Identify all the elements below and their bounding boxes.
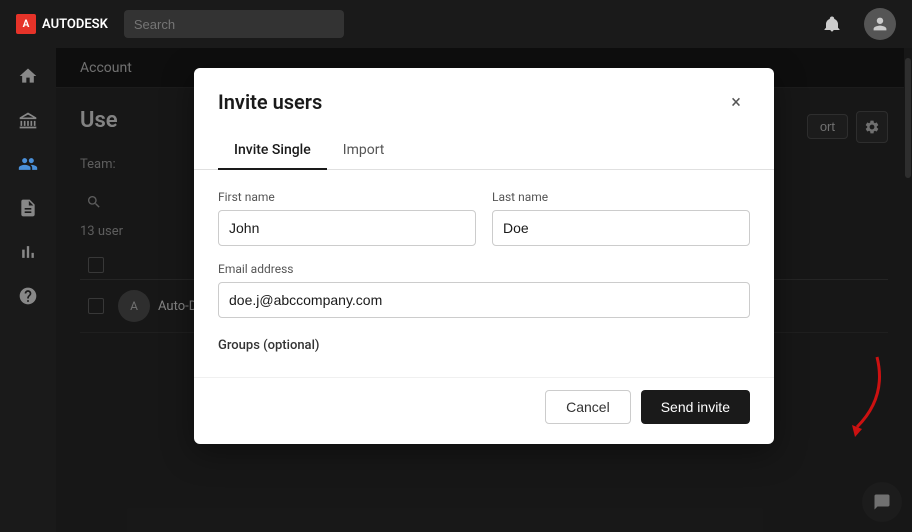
autodesk-logo: A AUTODESK xyxy=(16,14,108,34)
top-nav: A AUTODESK xyxy=(0,0,912,48)
main-layout: Account Use ort Team: 13 user xyxy=(0,48,912,532)
autodesk-logo-icon: A xyxy=(16,14,36,34)
modal-body: First name Last name Email address xyxy=(194,170,774,377)
email-group: Email address xyxy=(218,262,750,318)
send-invite-button[interactable]: Send invite xyxy=(641,390,750,424)
tab-invite-single[interactable]: Invite Single xyxy=(218,132,327,170)
modal-tabs: Invite Single Import xyxy=(194,132,774,170)
content-area: Account Use ort Team: 13 user xyxy=(56,48,912,532)
first-name-group: First name xyxy=(218,190,476,246)
global-search-input[interactable] xyxy=(124,10,344,38)
first-name-input[interactable] xyxy=(218,210,476,246)
sidebar-item-home[interactable] xyxy=(8,56,48,96)
annotation-arrow xyxy=(817,347,897,437)
sidebar-item-help[interactable] xyxy=(8,276,48,316)
modal-footer: Cancel Send invite xyxy=(194,377,774,444)
cancel-button[interactable]: Cancel xyxy=(545,390,631,424)
tab-import[interactable]: Import xyxy=(327,132,401,170)
last-name-group: Last name xyxy=(492,190,750,246)
email-input[interactable] xyxy=(218,282,750,318)
invite-users-modal: Invite users × Invite Single Import Firs… xyxy=(194,68,774,444)
notification-bell-icon[interactable] xyxy=(816,8,848,40)
name-fields-row: First name Last name xyxy=(218,190,750,246)
autodesk-logo-text: AUTODESK xyxy=(42,17,108,32)
sidebar-item-users[interactable] xyxy=(8,144,48,184)
first-name-label: First name xyxy=(218,190,476,204)
last-name-label: Last name xyxy=(492,190,750,204)
modal-close-button[interactable]: × xyxy=(722,88,750,116)
modal-title: Invite users xyxy=(218,90,322,114)
sidebar-item-reports[interactable] xyxy=(8,188,48,228)
sidebar-item-products[interactable] xyxy=(8,100,48,140)
modal-header: Invite users × xyxy=(194,68,774,116)
groups-section: Groups (optional) xyxy=(218,334,750,353)
last-name-input[interactable] xyxy=(492,210,750,246)
sidebar xyxy=(0,48,56,532)
sidebar-item-analytics[interactable] xyxy=(8,232,48,272)
groups-label: Groups (optional) xyxy=(218,338,319,353)
user-avatar[interactable] xyxy=(864,8,896,40)
email-label: Email address xyxy=(218,262,750,276)
modal-backdrop: Invite users × Invite Single Import Firs… xyxy=(56,48,912,532)
